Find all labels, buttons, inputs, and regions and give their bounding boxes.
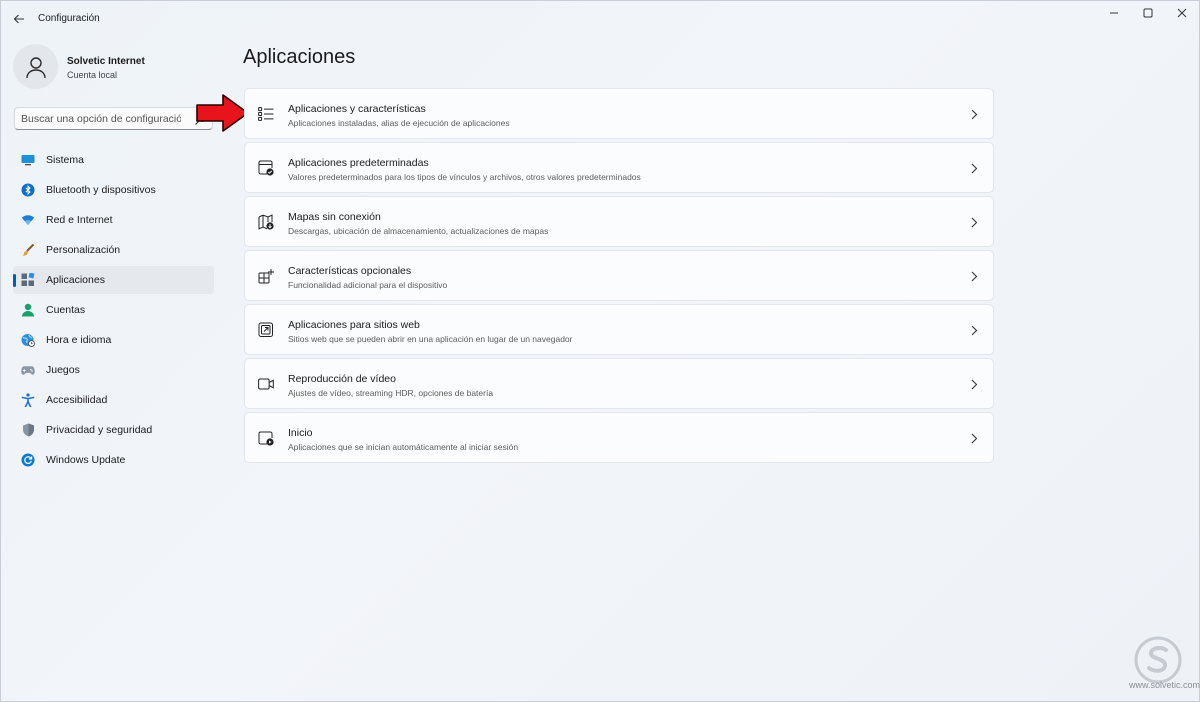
chevron-right-icon (969, 432, 979, 444)
startup-icon (258, 430, 274, 446)
card-description: Aplicaciones instaladas, alias de ejecuc… (288, 118, 510, 128)
gamepad-icon (21, 363, 35, 377)
card-inicio[interactable]: Inicio Aplicaciones que se inician autom… (244, 412, 994, 463)
paintbrush-icon (21, 243, 35, 257)
sidebar-nav: Sistema Bluetooth y dispositivos Red e I… (13, 146, 214, 476)
back-button[interactable] (8, 8, 30, 30)
chevron-right-icon (969, 216, 979, 228)
sidebar-item-personalizacion[interactable]: Personalización (13, 236, 214, 264)
maximize-button[interactable] (1130, 3, 1166, 23)
card-description: Descargas, ubicación de almacenamiento, … (288, 226, 549, 236)
apps-icon (21, 273, 35, 287)
sidebar-item-cuentas[interactable]: Cuentas (13, 296, 214, 324)
sidebar-item-label: Accesibilidad (46, 394, 108, 406)
sidebar-item-windows-update[interactable]: Windows Update (13, 446, 214, 474)
card-title: Aplicaciones y características (288, 103, 426, 115)
card-aplicaciones-predeterminadas[interactable]: Aplicaciones predeterminadas Valores pre… (244, 142, 994, 193)
card-description: Ajustes de vídeo, streaming HDR, opcione… (288, 388, 494, 398)
web-apps-icon (258, 322, 274, 338)
sidebar-item-label: Hora e idioma (46, 334, 112, 346)
person-avatar-icon (25, 56, 46, 78)
card-mapas-sin-conexion[interactable]: Mapas sin conexión Descargas, ubicación … (244, 196, 994, 247)
sidebar-item-red[interactable]: Red e Internet (13, 206, 214, 234)
sidebar-item-bluetooth[interactable]: Bluetooth y dispositivos (13, 176, 214, 204)
card-title: Aplicaciones para sitios web (288, 319, 420, 331)
video-icon (258, 376, 274, 392)
sidebar-item-sistema[interactable]: Sistema (13, 146, 214, 174)
card-description: Aplicaciones que se inician automáticame… (288, 442, 519, 452)
maximize-icon (1143, 8, 1153, 18)
chevron-right-icon (969, 378, 979, 390)
chevron-right-icon (969, 270, 979, 282)
card-title: Aplicaciones predeterminadas (288, 157, 429, 169)
sidebar-item-label: Red e Internet (46, 214, 113, 226)
bluetooth-icon (21, 183, 35, 197)
title-bar: Configuración (0, 0, 1200, 38)
card-description: Valores predeterminados para los tipos d… (288, 172, 641, 182)
card-description: Sitios web que se pueden abrir en una ap… (288, 334, 573, 344)
card-aplicaciones-sitios-web[interactable]: Aplicaciones para sitios web Sitios web … (244, 304, 994, 355)
card-aplicaciones-caracteristicas[interactable]: Aplicaciones y características Aplicacio… (244, 88, 994, 139)
minimize-button[interactable] (1096, 3, 1132, 23)
sidebar-item-label: Personalización (46, 244, 121, 256)
arrow-left-icon (13, 14, 24, 24)
page-title: Aplicaciones (243, 46, 356, 68)
sidebar-item-label: Juegos (46, 364, 80, 376)
minimize-icon (1110, 12, 1118, 14)
accessibility-icon (21, 393, 35, 407)
card-title: Inicio (288, 427, 313, 439)
card-reproduccion-video[interactable]: Reproducción de vídeo Ajustes de vídeo, … (244, 358, 994, 409)
person-icon (21, 303, 35, 317)
optional-features-icon (258, 268, 274, 284)
card-description: Funcionalidad adicional para el disposit… (288, 280, 448, 290)
card-caracteristicas-opcionales[interactable]: Características opcionales Funcionalidad… (244, 250, 994, 301)
monitor-icon (21, 153, 35, 167)
sidebar-item-label: Privacidad y seguridad (46, 424, 153, 436)
card-title: Mapas sin conexión (288, 211, 381, 223)
sidebar-item-aplicaciones[interactable]: Aplicaciones (13, 266, 214, 294)
globe-clock-icon (21, 333, 35, 347)
sidebar-item-hora-idioma[interactable]: Hora e idioma (13, 326, 214, 354)
sidebar-item-label: Windows Update (46, 454, 126, 466)
offline-map-icon (258, 214, 274, 230)
shield-icon (21, 423, 35, 437)
sidebar-item-label: Bluetooth y dispositivos (46, 184, 156, 196)
close-button[interactable] (1164, 3, 1200, 23)
sidebar-item-privacidad[interactable]: Privacidad y seguridad (13, 416, 214, 444)
settings-search-box[interactable] (14, 107, 213, 130)
settings-card-list: Aplicaciones y características Aplicacio… (244, 88, 994, 466)
sidebar-item-juegos[interactable]: Juegos (13, 356, 214, 384)
sidebar-item-accesibilidad[interactable]: Accesibilidad (13, 386, 214, 414)
app-title: Configuración (38, 13, 100, 24)
chevron-right-icon (969, 324, 979, 336)
sidebar-item-label: Sistema (46, 154, 84, 166)
sidebar-item-label: Aplicaciones (46, 274, 105, 286)
annotation-arrow-icon (196, 94, 249, 132)
profile-name: Solvetic Internet (67, 56, 145, 67)
watermark-text: www.solvetic.com (1129, 680, 1200, 690)
app-list-icon (258, 106, 274, 122)
avatar (13, 44, 58, 89)
chevron-right-icon (969, 108, 979, 120)
wifi-icon (21, 213, 35, 227)
search-input[interactable] (21, 111, 181, 127)
default-apps-icon (258, 160, 274, 176)
card-title: Características opcionales (288, 265, 412, 277)
user-profile[interactable]: Solvetic Internet Cuenta local (13, 44, 213, 92)
update-icon (21, 453, 35, 467)
chevron-right-icon (969, 162, 979, 174)
close-icon (1177, 8, 1187, 18)
profile-account-type: Cuenta local (67, 70, 118, 80)
card-title: Reproducción de vídeo (288, 373, 396, 385)
sidebar-item-label: Cuentas (46, 304, 86, 316)
